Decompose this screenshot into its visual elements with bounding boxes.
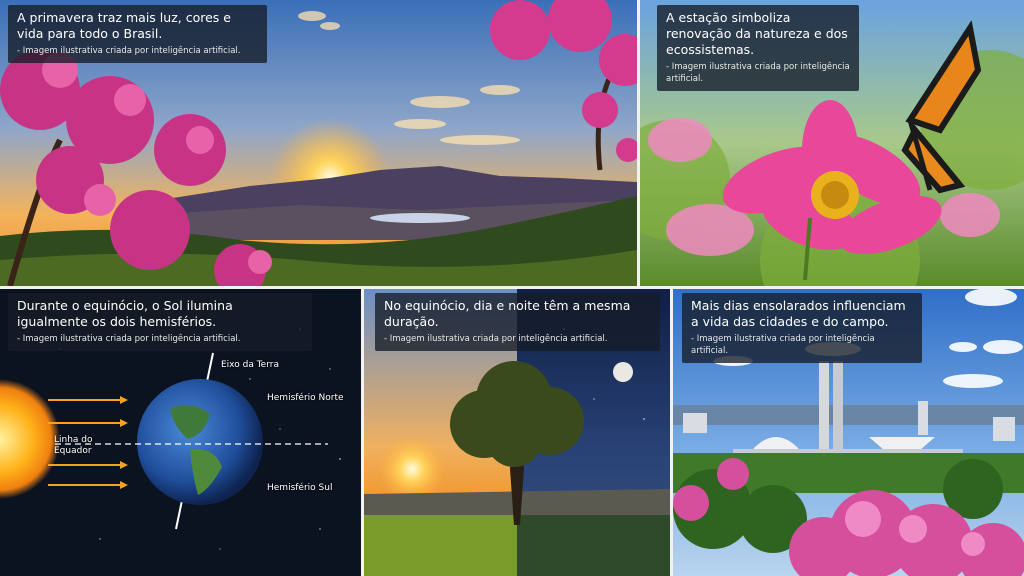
panel-equinox-earth: Durante o equinócio, o Sol ilumina igual… xyxy=(0,289,361,576)
caption-title: Mais dias ensolarados influenciam a vida… xyxy=(691,298,906,329)
label-equator-line1: Linha do xyxy=(54,435,93,445)
label-north-hemisphere: Hemisfério Norte xyxy=(267,393,344,403)
caption-subtitle: - Imagem ilustrativa criada por inteligê… xyxy=(384,334,608,344)
caption-box: Durante o equinócio, o Sol ilumina igual… xyxy=(8,293,312,351)
caption-title: Durante o equinócio, o Sol ilumina igual… xyxy=(17,298,233,329)
panel-day-night: No equinócio, dia e noite têm a mesma du… xyxy=(364,289,670,576)
label-equator-line2: Equador xyxy=(54,446,92,456)
caption-box: Mais dias ensolarados influenciam a vida… xyxy=(682,293,922,363)
caption-title: A estação simboliza renovação da naturez… xyxy=(666,10,848,57)
caption-box: A estação simboliza renovação da naturez… xyxy=(657,5,859,91)
caption-subtitle: - Imagem ilustrativa criada por inteligê… xyxy=(691,334,875,356)
caption-subtitle: - Imagem ilustrativa criada por inteligê… xyxy=(17,46,241,56)
panel-city-field: Mais dias ensolarados influenciam a vida… xyxy=(673,289,1024,576)
panel-butterfly: A estação simboliza renovação da naturez… xyxy=(640,0,1024,286)
caption-subtitle: - Imagem ilustrativa criada por inteligê… xyxy=(666,62,850,84)
label-earth-axis: Eixo da Terra xyxy=(221,360,279,370)
label-equator: Linha do Equador xyxy=(54,435,93,457)
caption-box: No equinócio, dia e noite têm a mesma du… xyxy=(375,293,660,351)
panel-spring-landscape: A primavera traz mais luz, cores e vida … xyxy=(0,0,637,286)
caption-subtitle: - Imagem ilustrativa criada por inteligê… xyxy=(17,334,241,344)
caption-box: A primavera traz mais luz, cores e vida … xyxy=(8,5,267,63)
label-south-hemisphere: Hemisfério Sul xyxy=(267,483,333,493)
caption-title: A primavera traz mais luz, cores e vida … xyxy=(17,10,231,41)
caption-title: No equinócio, dia e noite têm a mesma du… xyxy=(384,298,631,329)
